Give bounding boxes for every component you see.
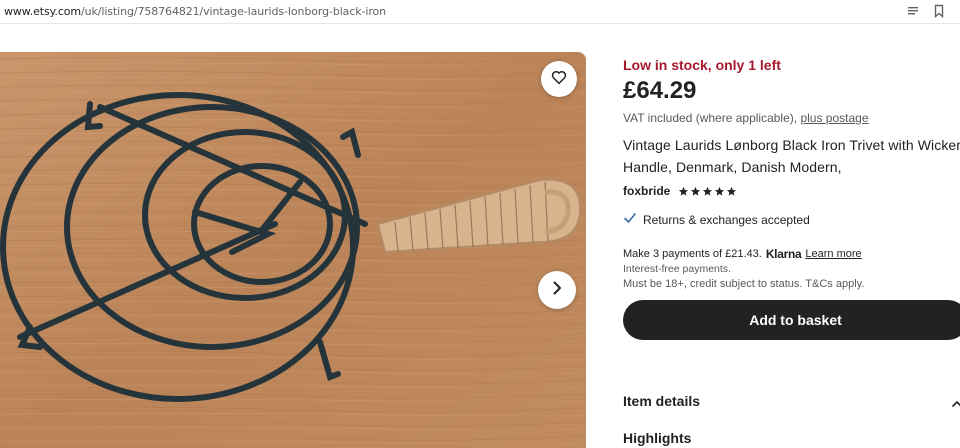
listing-image[interactable] xyxy=(0,52,586,448)
klarna-learn-more-link[interactable]: Learn more xyxy=(805,248,861,260)
rating-stars[interactable] xyxy=(678,186,737,197)
next-image-button[interactable] xyxy=(538,271,576,309)
star-icon xyxy=(727,186,737,196)
stock-status: Low in stock, only 1 left xyxy=(623,57,781,73)
vat-note: VAT included (where applicable), plus po… xyxy=(623,111,869,125)
url-host: www.etsy.com xyxy=(4,5,82,18)
item-details-toggle[interactable]: Item details xyxy=(623,393,700,409)
buy-box: Low in stock, only 1 left £64.29 VAT inc… xyxy=(623,0,960,448)
star-icon xyxy=(679,186,689,196)
klarna-text: Make 3 payments of £21.43. xyxy=(623,248,762,260)
listing-title: Vintage Laurids Lønborg Black Iron Trive… xyxy=(623,137,960,175)
star-icon xyxy=(691,186,701,196)
interest-note: Interest-free payments. xyxy=(623,263,731,275)
star-icon xyxy=(715,186,725,196)
star-icon xyxy=(703,186,713,196)
vat-text: VAT included (where applicable), xyxy=(623,111,798,125)
returns-policy: Returns & exchanges accepted xyxy=(623,211,810,228)
returns-text: Returns & exchanges accepted xyxy=(643,212,810,227)
shop-name-link[interactable]: foxbride xyxy=(623,184,670,198)
postage-link[interactable]: plus postage xyxy=(800,111,868,125)
klarna-offer: Make 3 payments of £21.43. Klarna Learn … xyxy=(623,247,862,261)
highlights-heading[interactable]: Highlights xyxy=(623,430,691,446)
favorite-button[interactable] xyxy=(541,61,577,97)
url-path: /uk/listing/758764821/vintage-laurids-lo… xyxy=(81,5,387,18)
price: £64.29 xyxy=(623,77,697,104)
chevron-right-icon xyxy=(549,280,565,301)
credit-note: Must be 18+, credit subject to status. T… xyxy=(623,278,865,290)
url-text[interactable]: www.etsy.com/uk/listing/758764821/vintag… xyxy=(4,5,386,18)
checkmark-icon xyxy=(623,211,637,228)
klarna-logo: Klarna xyxy=(765,247,802,261)
add-to-basket-button[interactable]: Add to basket xyxy=(623,300,960,340)
shop-row: foxbride xyxy=(623,184,737,198)
chevron-up-icon[interactable] xyxy=(952,396,960,414)
trivet-photo xyxy=(0,52,586,448)
heart-icon xyxy=(550,68,568,91)
